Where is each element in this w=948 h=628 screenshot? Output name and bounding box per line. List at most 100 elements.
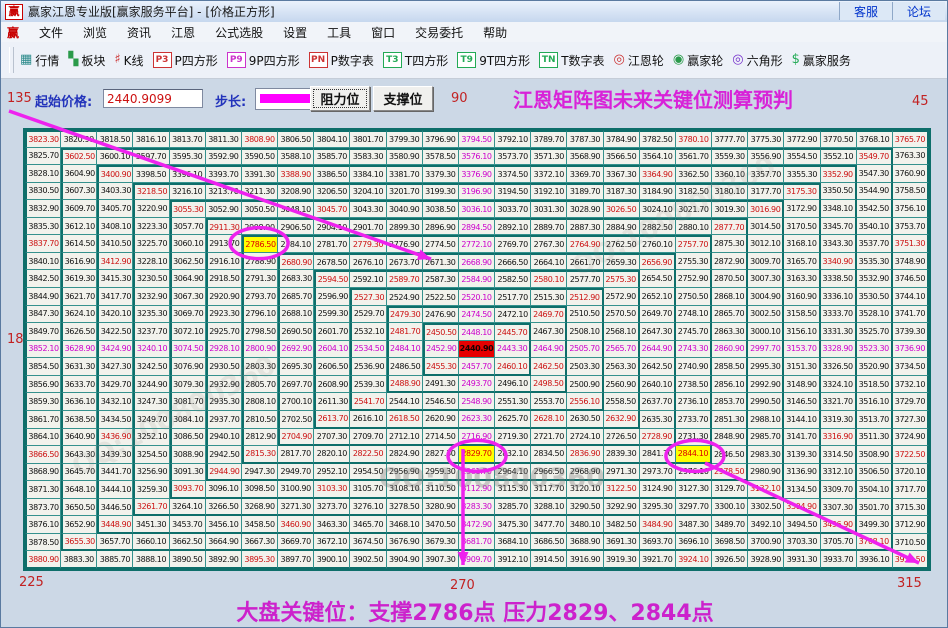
toolbar-button-K线[interactable]: ♯K线: [114, 52, 143, 69]
grid-cell: 3403.30: [97, 183, 133, 201]
grid-cell: 3715.30: [893, 499, 929, 517]
grid-cell: 2515.30: [531, 288, 567, 306]
grid-cell: 3324.10: [821, 376, 857, 394]
grid-cell: 2985.70: [748, 429, 784, 447]
toolbar-button-9T四方形[interactable]: T99T四方形: [457, 52, 530, 69]
toolbar-button-T四方形[interactable]: T3T四方形: [383, 52, 448, 69]
grid-cell: 3208.90: [278, 183, 314, 201]
menu-item[interactable]: 资讯: [117, 24, 161, 41]
toolbar-button-六角形[interactable]: ◎六角形: [732, 52, 782, 69]
toolbar-button-9P四方形[interactable]: P99P四方形: [227, 52, 300, 69]
grid-cell: 3045.70: [314, 200, 350, 218]
grid-cell: 2505.70: [567, 341, 603, 359]
gann-square-grid: 3823.303820.903818.503816.103813.703811.…: [23, 128, 931, 571]
grid-cell: 3871.30: [25, 481, 61, 499]
grid-cell: 3076.90: [170, 358, 206, 376]
grid-cell: 2690.50: [278, 323, 314, 341]
grid-cell: 3355.30: [784, 165, 820, 183]
menu-item[interactable]: 设置: [273, 24, 317, 41]
grid-cell: 3187.30: [604, 183, 640, 201]
grid-cell: 3033.70: [495, 200, 531, 218]
grid-cell: 3014.50: [748, 218, 784, 236]
title-bar: 赢 赢家江恩专业版[赢家服务平台] - [价格正方形] 客服论坛: [1, 1, 948, 23]
title-link-service[interactable]: 客服: [839, 2, 892, 20]
grid-cell: 3528.10: [857, 306, 893, 324]
grid-cell: 3691.30: [604, 534, 640, 552]
grid-cell: 3408.10: [97, 218, 133, 236]
grid-cell: 3828.10: [25, 165, 61, 183]
grid-cell: 3859.30: [25, 393, 61, 411]
grid-cell: 3686.50: [531, 534, 567, 552]
grid-cell: 2848.90: [712, 429, 748, 447]
grid-cell: 3578.50: [423, 148, 459, 166]
start-price-input[interactable]: [103, 89, 203, 108]
grid-cell: 3914.50: [531, 551, 567, 569]
grid-cell: 3696.10: [676, 534, 712, 552]
grid-cell: 2692.90: [278, 341, 314, 359]
menu-item[interactable]: 浏览: [73, 24, 117, 41]
menu-item[interactable]: 公式选股: [205, 24, 273, 41]
grid-cell: 3043.30: [350, 200, 386, 218]
toolbar-button-P数字表[interactable]: PNP数字表: [309, 52, 374, 69]
grid-cell-key-level: 2844.10: [676, 446, 712, 464]
resistance-button[interactable]: 阻力位: [310, 86, 370, 111]
grid-cell: 3628.90: [61, 341, 97, 359]
grid-cell: 3566.50: [604, 148, 640, 166]
grid-cell: 3314.50: [821, 446, 857, 464]
grid-cell: 3028.90: [567, 200, 603, 218]
t-square-icon: T3: [383, 52, 402, 68]
grid-cell: 3340.90: [821, 253, 857, 271]
grid-cell: 2748.10: [676, 306, 712, 324]
toolbar-button-行情[interactable]: ▦行情: [20, 52, 59, 69]
grid-cell: 3223.30: [133, 218, 169, 236]
grid-cell: 2990.50: [748, 393, 784, 411]
start-price-label: 起始价格:: [35, 91, 92, 110]
toolbar-button-板块[interactable]: ▚板块: [68, 52, 105, 69]
grid-cell: 3753.70: [893, 218, 929, 236]
grid-cell: 2719.30: [495, 429, 531, 447]
grid-cell: 3506.50: [857, 464, 893, 482]
toolbar-button-T数字表[interactable]: TNT数字表: [539, 52, 604, 69]
toolbar-button-P四方形[interactable]: P3P四方形: [153, 52, 218, 69]
window-title: 赢家江恩专业版[赢家服务平台] - [价格正方形]: [28, 3, 275, 20]
grid-cell: 2997.70: [748, 341, 784, 359]
menu-item[interactable]: 窗口: [361, 24, 405, 41]
toolbar-button-label: 9P四方形: [249, 52, 300, 69]
grid-cell: 2916.10: [206, 253, 242, 271]
grid-cell: 3631.30: [61, 358, 97, 376]
grid-cell: 3067.30: [170, 288, 206, 306]
grid-cell: 2664.10: [531, 253, 567, 271]
grid-cell: 3144.10: [784, 411, 820, 429]
grid-cell: 2467.30: [531, 323, 567, 341]
menu-item[interactable]: 交易委托: [405, 24, 473, 41]
grid-cell: 3804.10: [314, 130, 350, 148]
support-button[interactable]: 支撑位: [373, 86, 433, 111]
grid-cell: 3888.10: [133, 551, 169, 569]
toolbar-button-赢家服务[interactable]: $赢家服务: [792, 52, 851, 69]
grid-cell: 3427.30: [97, 358, 133, 376]
grid-cell: 3523.30: [857, 341, 893, 359]
grid-cell: 3679.30: [423, 534, 459, 552]
menu-item[interactable]: 帮助: [473, 24, 517, 41]
grid-cell: 2757.70: [676, 235, 712, 253]
grid-cell: 2889.70: [531, 218, 567, 236]
grid-cell: 3098.50: [242, 481, 278, 499]
menu-item[interactable]: 工具: [317, 24, 361, 41]
grid-cell: 3876.10: [25, 516, 61, 534]
menu-item[interactable]: 文件: [29, 24, 73, 41]
menu-item[interactable]: 江恩: [161, 24, 205, 41]
grid-cell: 3494.50: [784, 516, 820, 534]
toolbar-button-赢家轮[interactable]: ◉赢家轮: [673, 52, 723, 69]
grid-cell: 2892.10: [495, 218, 531, 236]
toolbar-button-江恩轮[interactable]: ◎江恩轮: [614, 52, 664, 69]
grid-cell: 3511.30: [857, 429, 893, 447]
grid-cell: 3129.70: [712, 481, 748, 499]
grid-cell: 3717.70: [893, 481, 929, 499]
grid-cell: 3364.90: [640, 165, 676, 183]
grid-cell: 3189.70: [567, 183, 603, 201]
angle-label-90: 90: [451, 91, 468, 106]
grid-cell: 2620.90: [423, 411, 459, 429]
grid-cell: 2695.30: [278, 358, 314, 376]
title-link-forum[interactable]: 论坛: [892, 2, 945, 20]
grid-cell: 3319.30: [821, 411, 857, 429]
